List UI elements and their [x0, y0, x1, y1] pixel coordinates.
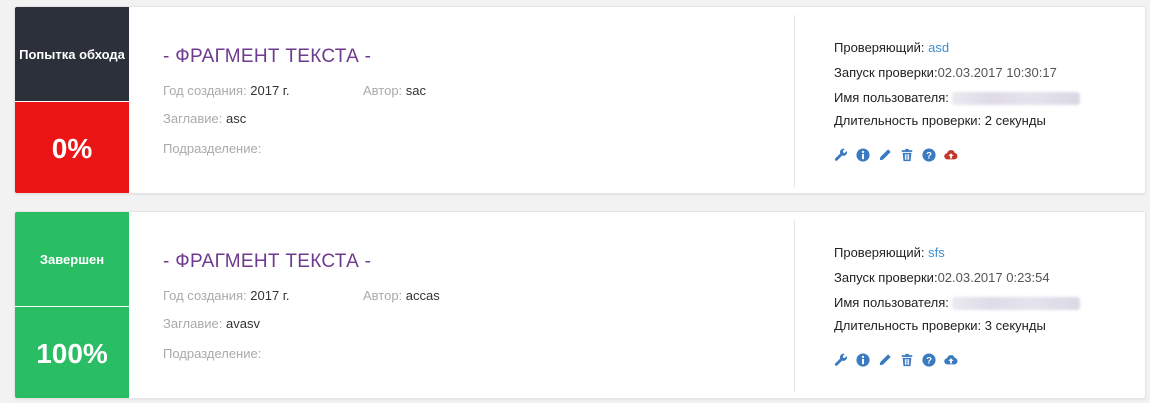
duration-label: Длительность проверки:: [834, 318, 982, 333]
pencil-icon[interactable]: [878, 353, 892, 367]
duration-field: Длительность проверки: 3 секунды: [834, 318, 1046, 333]
started-value: 02.03.2017 0:23:54: [937, 270, 1050, 285]
action-toolbar: ?: [834, 353, 958, 369]
username-redacted: [951, 297, 1080, 311]
column-divider: [794, 15, 795, 187]
reviewer-field: Проверяющий: asd: [834, 40, 949, 55]
doc-title-value: asc: [226, 111, 247, 126]
wrench-icon[interactable]: [834, 148, 848, 162]
fragment-title-link[interactable]: - ФРАГМЕНТ ТЕКСТА -: [163, 46, 371, 68]
year-value: 2017 г.: [250, 288, 290, 303]
started-field: Запуск проверки:02.03.2017 10:30:17: [834, 65, 1057, 80]
username-field: Имя пользователя:: [834, 90, 1080, 106]
action-toolbar: ?: [834, 148, 958, 164]
status-label: Завершен: [15, 212, 129, 306]
doc-title-label: Заглавие:: [163, 111, 223, 126]
doc-title-field: Заглавие: avasv: [163, 316, 260, 331]
reviewer-link[interactable]: asd: [928, 40, 949, 55]
info-icon[interactable]: [856, 148, 870, 162]
status-column: Попытка обхода 0%: [15, 7, 129, 193]
reviewer-label: Проверяющий:: [834, 40, 925, 55]
check-info: Проверяющий: asd Запуск проверки:02.03.2…: [834, 7, 1134, 193]
originality-percent: 0%: [15, 102, 129, 193]
doc-title-value: avasv: [226, 316, 260, 331]
reviewer-field: Проверяющий: sfs: [834, 245, 945, 260]
svg-text:?: ?: [926, 151, 932, 162]
username-redacted: [951, 92, 1080, 106]
division-label: Подразделение:: [163, 141, 262, 156]
reviewer-link[interactable]: sfs: [928, 245, 945, 260]
division-field: Подразделение:: [163, 346, 261, 361]
username-label: Имя пользователя:: [834, 90, 949, 105]
svg-text:?: ?: [926, 356, 932, 367]
duration-value: 2 секунды: [984, 113, 1046, 128]
year-label: Год создания:: [163, 288, 247, 303]
started-label: Запуск проверки:: [834, 65, 938, 80]
trash-icon[interactable]: [900, 353, 914, 367]
column-divider: [794, 220, 795, 392]
fragment-title-link[interactable]: - ФРАГМЕНТ ТЕКСТА -: [163, 251, 371, 273]
status-column: Завершен 100%: [15, 212, 129, 398]
pencil-icon[interactable]: [878, 148, 892, 162]
cloud-upload-icon[interactable]: [944, 353, 958, 367]
year-value: 2017 г.: [250, 83, 290, 98]
author-value: sac: [405, 83, 427, 98]
username-label: Имя пользователя:: [834, 295, 949, 310]
help-icon[interactable]: ?: [922, 148, 936, 162]
author-field: Автор: sac: [363, 83, 426, 98]
duration-value: 3 секунды: [984, 318, 1046, 333]
originality-percent: 100%: [15, 307, 129, 398]
duration-field: Длительность проверки: 2 секунды: [834, 113, 1046, 128]
doc-title-label: Заглавие:: [163, 316, 223, 331]
duration-label: Длительность проверки:: [834, 113, 982, 128]
wrench-icon[interactable]: [834, 353, 848, 367]
author-field: Автор: accas: [363, 288, 440, 303]
check-info: Проверяющий: sfs Запуск проверки:02.03.2…: [834, 212, 1134, 398]
status-label: Попытка обхода: [15, 7, 129, 101]
author-label: Автор:: [363, 288, 403, 303]
author-label: Автор:: [363, 83, 403, 98]
year-field: Год создания: 2017 г.: [163, 288, 290, 303]
reviewer-label: Проверяющий:: [834, 245, 925, 260]
division-label: Подразделение:: [163, 346, 262, 361]
author-value: accas: [405, 288, 440, 303]
started-field: Запуск проверки:02.03.2017 0:23:54: [834, 270, 1050, 285]
trash-icon[interactable]: [900, 148, 914, 162]
year-label: Год создания:: [163, 83, 247, 98]
check-card: Попытка обхода 0% - ФРАГМЕНТ ТЕКСТА - Го…: [14, 6, 1146, 194]
username-field: Имя пользователя:: [834, 295, 1080, 311]
division-field: Подразделение:: [163, 141, 261, 156]
started-label: Запуск проверки:: [834, 270, 938, 285]
document-details: - ФРАГМЕНТ ТЕКСТА - Год создания: 2017 г…: [163, 7, 783, 193]
check-card: Завершен 100% - ФРАГМЕНТ ТЕКСТА - Год со…: [14, 211, 1146, 399]
info-icon[interactable]: [856, 353, 870, 367]
doc-title-field: Заглавие: asc: [163, 111, 246, 126]
document-details: - ФРАГМЕНТ ТЕКСТА - Год создания: 2017 г…: [163, 212, 783, 398]
year-field: Год создания: 2017 г.: [163, 83, 290, 98]
started-value: 02.03.2017 10:30:17: [937, 65, 1057, 80]
cloud-upload-icon[interactable]: [944, 148, 958, 162]
help-icon[interactable]: ?: [922, 353, 936, 367]
